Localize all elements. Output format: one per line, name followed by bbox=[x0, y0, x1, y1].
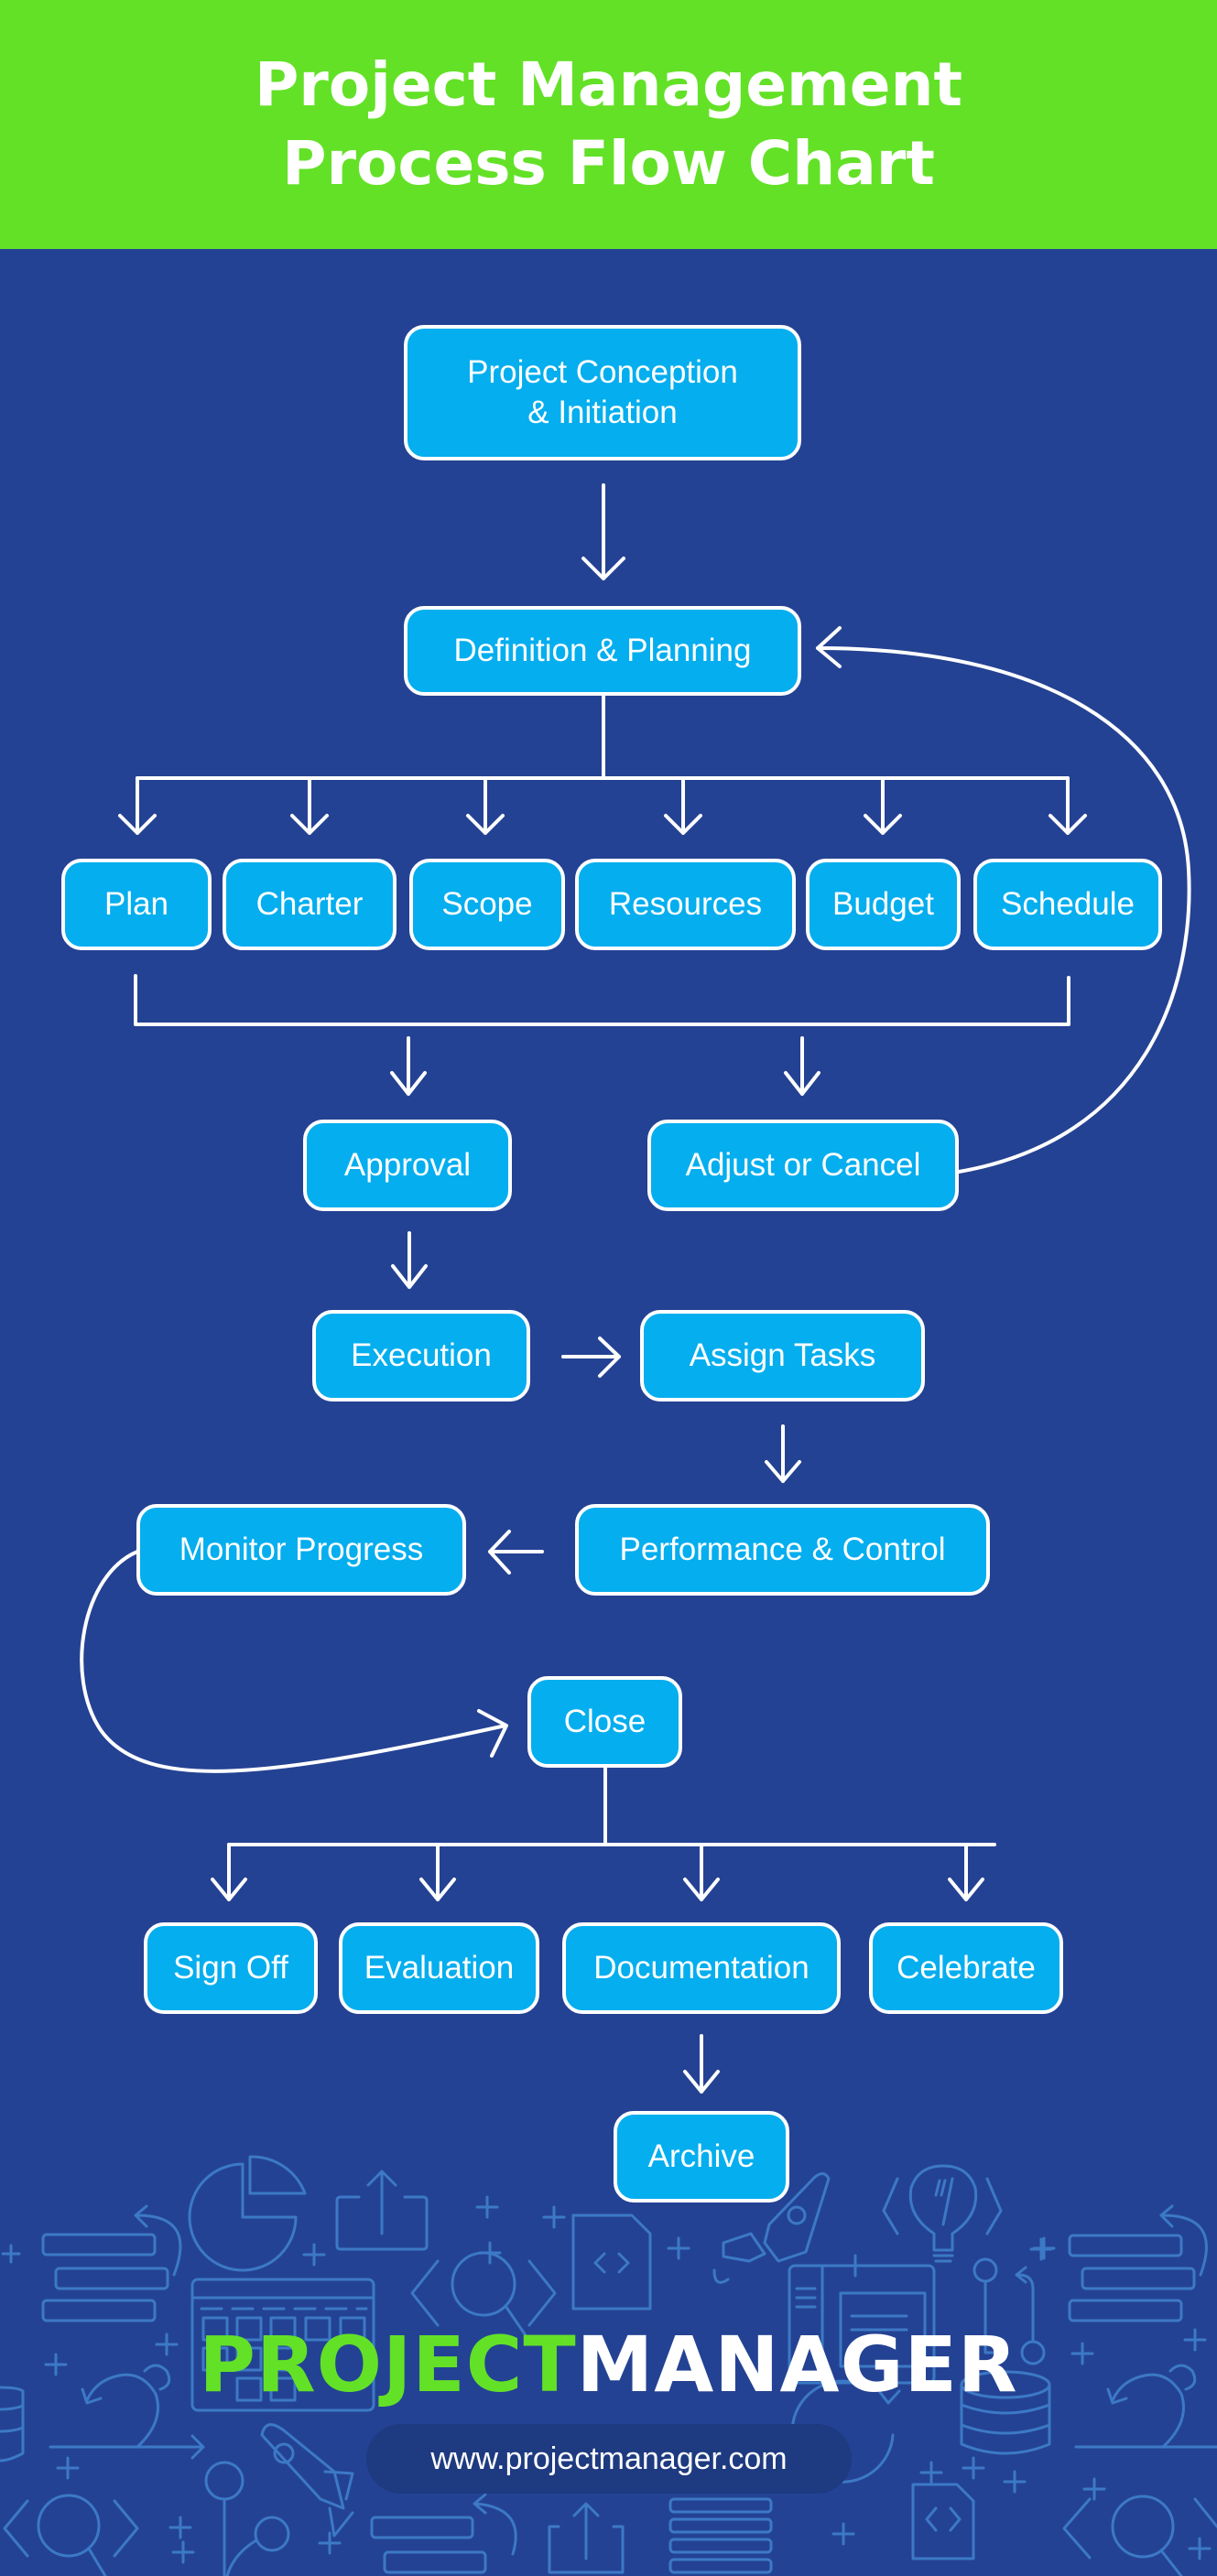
arrow-to-scope bbox=[466, 776, 505, 835]
node-label: Scope bbox=[441, 886, 533, 922]
connector-items-bracket bbox=[134, 974, 1070, 1026]
node-approval[interactable]: Approval bbox=[303, 1120, 512, 1211]
node-label: Monitor Progress bbox=[179, 1532, 424, 1567]
arrow-to-documentation bbox=[683, 1843, 720, 1901]
node-project-initiation[interactable]: Project Conception & Initiation bbox=[404, 325, 801, 460]
brand-logo-manager: MANAGER bbox=[576, 2320, 1018, 2409]
arrow-to-resources bbox=[664, 776, 702, 835]
arrow-performance-to-monitor bbox=[488, 1530, 544, 1575]
arrow-to-charter bbox=[290, 776, 329, 835]
node-resources[interactable]: Resources bbox=[575, 859, 796, 950]
node-charter[interactable]: Charter bbox=[223, 859, 397, 950]
arrow-documentation-to-archive bbox=[683, 2034, 720, 2094]
node-label: Celebrate bbox=[896, 1950, 1036, 1986]
node-definition-planning[interactable]: Definition & Planning bbox=[404, 606, 801, 696]
node-label: Charter bbox=[255, 886, 364, 922]
node-plan[interactable]: Plan bbox=[61, 859, 212, 950]
node-budget[interactable]: Budget bbox=[806, 859, 961, 950]
node-monitor-progress[interactable]: Monitor Progress bbox=[136, 1504, 466, 1596]
node-close[interactable]: Close bbox=[527, 1676, 682, 1768]
brand-logo: PROJECTMANAGER bbox=[0, 2314, 1217, 2415]
arrow-to-approval bbox=[390, 1036, 427, 1096]
node-documentation[interactable]: Documentation bbox=[562, 1922, 841, 2014]
website-link[interactable]: www.projectmanager.com bbox=[366, 2424, 852, 2494]
infographic-page: Project Management Process Flow Chart Pr… bbox=[0, 0, 1217, 2576]
node-label: Archive bbox=[647, 2138, 755, 2174]
arrow-to-plan bbox=[118, 776, 157, 835]
node-label: Assign Tasks bbox=[689, 1337, 876, 1373]
node-label: Evaluation bbox=[364, 1950, 515, 1986]
node-label: Plan bbox=[103, 886, 169, 922]
node-label-line-1: Project Conception bbox=[467, 354, 738, 390]
node-assign-tasks[interactable]: Assign Tasks bbox=[640, 1310, 925, 1402]
arrow-initiation-to-planning bbox=[581, 483, 625, 580]
arrow-to-sign-off bbox=[211, 1843, 247, 1901]
node-sign-off[interactable]: Sign Off bbox=[144, 1922, 318, 2014]
arrow-execution-to-assign bbox=[561, 1337, 621, 1378]
node-adjust-or-cancel[interactable]: Adjust or Cancel bbox=[647, 1120, 959, 1211]
node-label: Sign Off bbox=[173, 1950, 288, 1986]
arrow-to-budget bbox=[864, 776, 902, 835]
node-celebrate[interactable]: Celebrate bbox=[869, 1922, 1063, 2014]
node-execution[interactable]: Execution bbox=[312, 1310, 530, 1402]
node-label: Definition & Planning bbox=[453, 633, 752, 668]
node-schedule[interactable]: Schedule bbox=[973, 859, 1162, 950]
website-url: www.projectmanager.com bbox=[430, 2441, 788, 2476]
curve-arrowhead bbox=[477, 1709, 508, 1758]
node-label: Approval bbox=[343, 1147, 472, 1183]
node-label: Documentation bbox=[593, 1950, 810, 1986]
brand-logo-project: PROJECT bbox=[199, 2320, 577, 2409]
node-label: Budget bbox=[832, 886, 934, 922]
node-label: Execution bbox=[351, 1337, 492, 1373]
node-label: Resources bbox=[608, 886, 763, 922]
arrow-to-adjust bbox=[784, 1036, 820, 1096]
connector-planning-bus bbox=[136, 694, 1070, 780]
arrow-to-celebrate bbox=[948, 1843, 984, 1901]
node-label: Close bbox=[563, 1704, 647, 1739]
node-label: Adjust or Cancel bbox=[685, 1147, 921, 1183]
node-performance-control[interactable]: Performance & Control bbox=[575, 1504, 990, 1596]
node-label: Performance & Control bbox=[619, 1532, 946, 1567]
node-archive[interactable]: Archive bbox=[614, 2111, 789, 2203]
node-evaluation[interactable]: Evaluation bbox=[339, 1922, 539, 2014]
arrow-to-schedule bbox=[1049, 776, 1087, 835]
arrow-to-evaluation bbox=[419, 1843, 456, 1901]
connector-close-bus bbox=[227, 1766, 996, 1846]
node-label: Schedule bbox=[1001, 886, 1135, 922]
arrow-assign-to-performance bbox=[765, 1424, 801, 1483]
node-label-line-2: & Initiation bbox=[527, 395, 678, 430]
node-scope[interactable]: Scope bbox=[409, 859, 565, 950]
arrow-approval-to-execution bbox=[391, 1231, 428, 1289]
